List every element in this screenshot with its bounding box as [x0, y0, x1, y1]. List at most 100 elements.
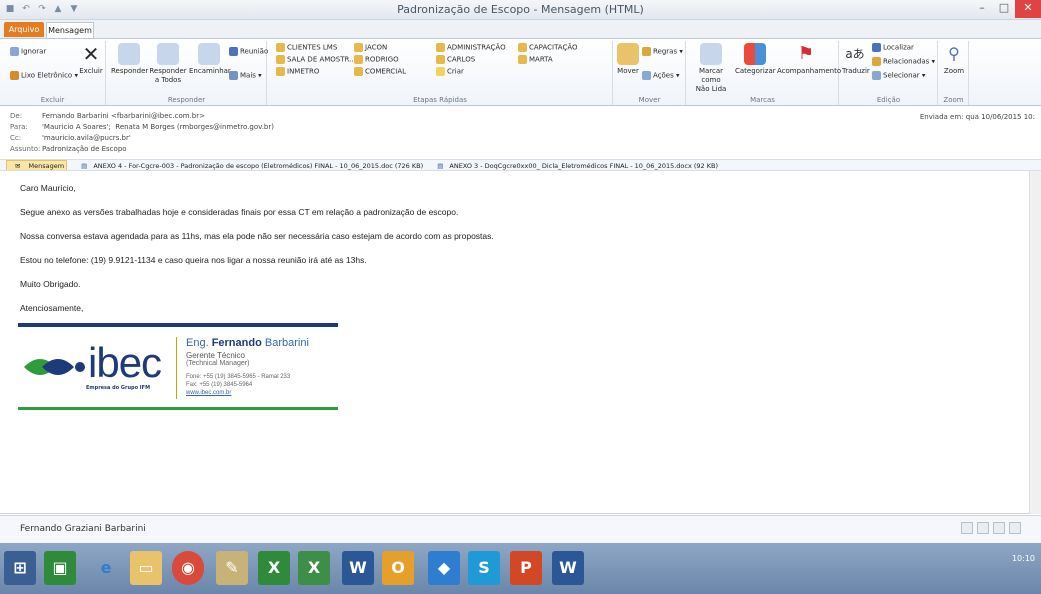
flag-icon: ⚑ [797, 43, 815, 64]
powerpoint-icon[interactable]: P [510, 551, 542, 585]
word-doc-icon: ▤ [81, 162, 88, 170]
email-signature: ibec Empresa do Grupo IFM Eng. Fernando … [18, 323, 338, 413]
tab-file[interactable]: Arquivo [4, 22, 44, 37]
actions-button[interactable]: Ações ▾ [642, 71, 680, 80]
taskbar: ⊞ ▣ e ▭ ◉ ✎ X X W O ◆ S P W 10:10 [0, 543, 1041, 594]
binoculars-icon [872, 43, 881, 52]
attachment-message[interactable]: ✉ Mensagem [6, 160, 68, 170]
sent-date: Enviada em: qua 10/06/2015 10: [919, 113, 1035, 121]
skype-icon[interactable]: S [468, 551, 500, 585]
body-paragraph: Nossa conversa estava agendada para as 1… [20, 231, 494, 241]
attachment-bar: ✉ Mensagem ▤ ANEXO 4 - For-Cgcre-003 - Pa… [0, 159, 1041, 171]
dropbox-icon[interactable]: ◆ [428, 551, 460, 585]
signature-website[interactable]: www.ibec.com.br [186, 390, 231, 396]
select-button[interactable]: Selecionar ▾ [872, 71, 925, 80]
envelope-icon [700, 43, 722, 65]
quick-step-create[interactable]: Criar [436, 67, 464, 76]
select-icon [872, 71, 881, 80]
calendar-icon [229, 47, 238, 56]
categorize-button[interactable]: Categorizar [735, 43, 776, 76]
excel-icon[interactable]: X [258, 551, 290, 585]
word-icon[interactable]: W [342, 551, 374, 585]
outlook-icon[interactable]: O [382, 551, 414, 585]
maximize-button[interactable]: □ [993, 0, 1015, 18]
quick-step-item[interactable]: RODRIGO [354, 55, 399, 64]
group-excluir: Ignorar Lixo Eletrônico ▾ ✕ Excluir Exclu… [0, 41, 106, 105]
to-value-1[interactable]: 'Mauricio A Soares'; [42, 123, 111, 131]
to-value-2[interactable]: Renata M Borges (rmborges@inmetro.gov.br… [115, 123, 274, 131]
reply-icon [118, 43, 140, 65]
ie-icon[interactable]: e [90, 551, 122, 585]
forward-icon [198, 43, 220, 65]
chrome-icon[interactable]: ◉ [172, 551, 204, 585]
quick-step-icon [436, 55, 445, 64]
attachment-file[interactable]: ▤ ANEXO 3 - DoqCgcre0xx00_ Dicla_Eletromé… [431, 161, 718, 170]
minimize-button[interactable]: – [971, 0, 993, 18]
contact-photo-icon[interactable] [961, 522, 973, 534]
mark-unread-button[interactable]: Marcar como Não Lida [689, 43, 733, 94]
window-controls: – □ ✕ [971, 0, 1041, 18]
move-button[interactable]: Mover [616, 43, 640, 76]
excel-icon[interactable]: X [298, 551, 330, 585]
quick-step-item[interactable]: ADMINISTRAÇÃO [436, 43, 506, 52]
reply-all-icon [157, 43, 179, 65]
contact-photo-icon[interactable] [1009, 522, 1021, 534]
related-button[interactable]: Relacionadas ▾ [872, 57, 935, 66]
ignore-button[interactable]: Ignorar [10, 47, 46, 56]
signature-top-line [18, 323, 338, 327]
find-button[interactable]: Localizar [872, 43, 914, 52]
vertical-scrollbar[interactable] [1029, 171, 1041, 514]
categorize-icon [744, 43, 766, 65]
quick-step-item[interactable]: SALA DE AMOSTR... [276, 55, 356, 64]
system-tray: 10:10 [1012, 553, 1035, 564]
magnifier-icon: ⚲ [948, 44, 960, 63]
follow-up-button[interactable]: ⚑ Acompanhamento [777, 43, 841, 76]
quick-step-item[interactable]: CLIENTES LMS [276, 43, 337, 52]
quick-step-icon [276, 55, 285, 64]
contact-photo-icon[interactable] [993, 522, 1005, 534]
store-icon[interactable]: ▣ [44, 551, 76, 585]
forward-button[interactable]: Encaminhar [189, 43, 231, 76]
cc-row: Cc:'mauricio.avila@pucrs.br' [10, 134, 131, 142]
close-button[interactable]: ✕ [1015, 0, 1041, 18]
cc-value[interactable]: 'mauricio.avila@pucrs.br' [42, 134, 131, 142]
rules-button[interactable]: Regras ▾ [642, 47, 683, 56]
message-body: Caro Maurício, Segue anexo as versões tr… [0, 171, 1041, 514]
word-icon[interactable]: W [552, 551, 584, 585]
group-move: Mover Regras ▾ Ações ▾ Mover [614, 41, 686, 105]
more-icon [229, 71, 238, 80]
contact-photo-icon[interactable] [977, 522, 989, 534]
logo-mark-icon [24, 359, 85, 375]
more-button[interactable]: Mais ▾ [229, 71, 262, 80]
reply-button[interactable]: Responder [111, 43, 148, 76]
group-zoom: ⚲ Zoom Zoom [939, 41, 969, 105]
meeting-button[interactable]: Reunião [229, 47, 268, 56]
quick-step-item[interactable]: CARLOS [436, 55, 475, 64]
quick-step-item[interactable]: JACON [354, 43, 387, 52]
tab-message[interactable]: Mensagem [46, 22, 94, 38]
zoom-button[interactable]: ⚲ Zoom [941, 43, 967, 76]
quick-step-icon [518, 55, 527, 64]
quick-step-item[interactable]: COMERCIAL [354, 67, 406, 76]
ribbon: Ignorar Lixo Eletrônico ▾ ✕ Excluir Exclu… [0, 38, 1041, 106]
delete-button[interactable]: ✕ Excluir [78, 43, 104, 76]
title-bar: ■ ↶ ↷ ▲ ▼ Padronização de Escopo - Mensa… [0, 0, 1041, 20]
junk-button[interactable]: Lixo Eletrônico ▾ [10, 71, 78, 80]
signature-bottom-line [18, 407, 338, 410]
group-responder: Responder Responder a Todos Encaminhar Re… [107, 41, 268, 105]
paint-icon[interactable]: ✎ [216, 551, 248, 585]
from-value[interactable]: Fernando Barbarini <fbarbarini@ibec.com.… [42, 112, 205, 120]
translate-icon: aあ [845, 47, 865, 61]
reply-all-button[interactable]: Responder a Todos [149, 43, 187, 85]
people-pane-name[interactable]: Fernando Graziani Barbarini [20, 524, 146, 534]
signature-divider [176, 337, 177, 399]
quick-step-item[interactable]: MARTA [518, 55, 553, 64]
translate-button[interactable]: aあ Traduzir [842, 43, 870, 76]
quick-step-item[interactable]: INMETRO [276, 67, 319, 76]
rules-icon [642, 47, 651, 56]
attachment-file[interactable]: ▤ ANEXO 4 - For-Cgcre-003 - Padronização … [75, 161, 423, 170]
clock[interactable]: 10:10 [1012, 554, 1035, 563]
quick-step-item[interactable]: CAPACITAÇÃO [518, 43, 578, 52]
explorer-icon[interactable]: ▭ [130, 551, 162, 585]
start-icon[interactable]: ⊞ [4, 551, 36, 585]
